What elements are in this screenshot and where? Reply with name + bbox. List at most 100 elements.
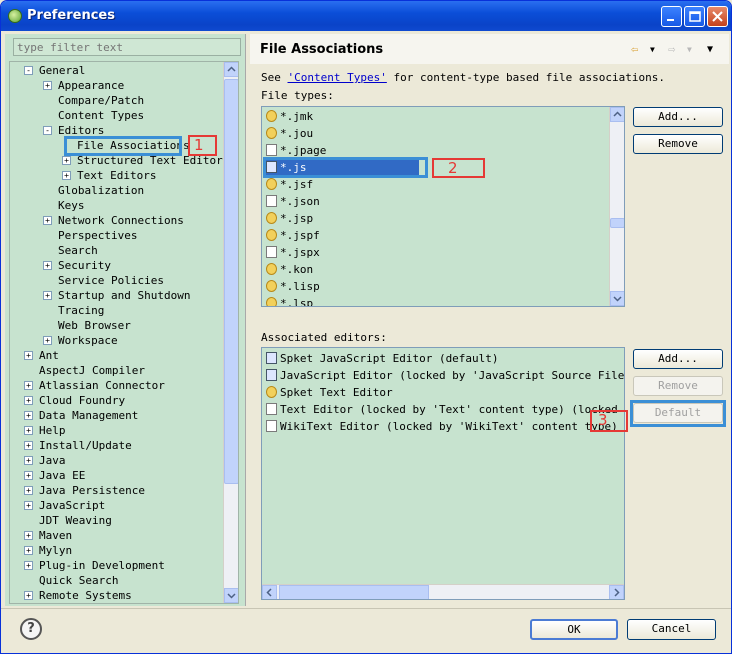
expand-icon[interactable]: + <box>43 81 52 90</box>
add-editor-button[interactable]: Add... <box>633 349 723 369</box>
close-button[interactable] <box>707 6 728 27</box>
highlight-file-associations <box>64 136 182 156</box>
tree-item-label: Service Policies <box>58 274 164 287</box>
expand-icon[interactable]: + <box>43 261 52 270</box>
file-type-row[interactable]: *.jmk <box>266 108 313 125</box>
expand-icon[interactable]: + <box>24 531 33 540</box>
chevron-up-icon <box>227 66 236 72</box>
title-bar[interactable]: Preferences <box>1 1 731 31</box>
tree-vertical-scrollbar[interactable] <box>223 62 238 603</box>
expand-icon[interactable]: + <box>43 291 52 300</box>
scroll-thumb[interactable] <box>224 79 238 484</box>
tree-item-label: Search <box>58 244 98 257</box>
expand-icon[interactable]: + <box>62 156 71 165</box>
gear-file-icon <box>266 127 277 139</box>
file-type-row[interactable]: *.jsp <box>266 210 313 227</box>
expand-icon[interactable]: + <box>24 486 33 495</box>
scroll-thumb[interactable] <box>610 218 624 228</box>
expand-icon[interactable]: + <box>24 456 33 465</box>
gear-file-icon <box>266 212 277 224</box>
scroll-up-button[interactable] <box>610 107 624 122</box>
help-icon[interactable]: ? <box>20 618 42 640</box>
highlight-js-row <box>263 157 428 178</box>
tree-item-label: Plug-in Development <box>39 559 165 572</box>
file-type-row[interactable]: *.lisp <box>266 278 320 295</box>
forward-menu-icon[interactable]: ▼ <box>687 45 692 54</box>
file-types-scrollbar[interactable] <box>609 107 624 306</box>
collapse-icon[interactable]: - <box>24 66 33 75</box>
scroll-down-button[interactable] <box>224 588 238 603</box>
scroll-up-button[interactable] <box>224 62 238 77</box>
tree-item-label: Quick Search <box>39 574 119 587</box>
cancel-button[interactable]: Cancel <box>627 619 716 640</box>
editor-row[interactable]: Spket Text Editor <box>266 384 393 401</box>
back-arrow-icon[interactable]: ⇦ <box>631 42 638 56</box>
file-type-row[interactable]: *.kon <box>266 261 313 278</box>
gear-file-icon <box>266 229 277 241</box>
file-type-row[interactable]: *.jou <box>266 125 313 142</box>
view-menu-icon[interactable]: ▼ <box>707 44 713 55</box>
file-editor-icon <box>266 403 277 415</box>
minimize-icon <box>667 19 674 21</box>
expand-icon[interactable]: + <box>43 336 52 345</box>
tree-item-label: Web Browser <box>58 319 131 332</box>
associated-editors-list[interactable]: Spket JavaScript Editor (default) JavaScr… <box>261 347 625 600</box>
maximize-icon <box>689 11 701 22</box>
editor-row[interactable]: Spket JavaScript Editor (default) <box>266 350 499 367</box>
tree-item-label: Text Editors <box>77 169 157 182</box>
tree-item-label: Atlassian Connector <box>39 379 165 392</box>
tree-item-label: Cloud Foundry <box>39 394 126 407</box>
remove-file-type-button[interactable]: Remove <box>633 134 723 154</box>
minimize-button[interactable] <box>661 6 682 27</box>
file-type-row[interactable]: *.jspx <box>266 244 320 261</box>
expand-icon[interactable]: + <box>24 351 33 360</box>
expand-icon[interactable]: + <box>24 561 33 570</box>
editor-label: WikiText Editor (locked by 'WikiText' co… <box>280 420 618 433</box>
filter-input[interactable] <box>13 38 241 56</box>
file-type-label: *.jspf <box>280 229 320 242</box>
expand-icon[interactable]: + <box>24 411 33 420</box>
file-type-row[interactable]: *.json <box>266 193 320 210</box>
tree-item-label: Startup and Shutdown <box>58 289 191 302</box>
expand-icon[interactable]: + <box>24 381 33 390</box>
tree-item-label: Java EE <box>39 469 86 482</box>
scroll-down-button[interactable] <box>610 291 624 306</box>
editor-row[interactable]: Text Editor (locked by 'Text' content ty… <box>266 401 624 418</box>
page-title: File Associations <box>260 42 384 57</box>
expand-icon[interactable]: + <box>24 441 33 450</box>
tree-item-label: Keys <box>58 199 85 212</box>
content-types-link[interactable]: 'Content Types' <box>288 71 387 84</box>
forward-arrow-icon[interactable]: ⇨ <box>668 42 675 56</box>
expand-icon[interactable]: + <box>24 396 33 405</box>
editor-row[interactable]: WikiText Editor (locked by 'WikiText' co… <box>266 418 618 435</box>
scroll-left-button[interactable] <box>262 585 277 599</box>
expand-icon[interactable]: + <box>62 171 71 180</box>
editor-row[interactable]: JavaScript Editor (locked by 'JavaScript… <box>266 367 624 384</box>
eclipse-app-icon <box>8 9 22 23</box>
add-file-type-button[interactable]: Add... <box>633 107 723 127</box>
expand-icon[interactable]: + <box>24 501 33 510</box>
collapse-icon[interactable]: - <box>43 126 52 135</box>
scroll-thumb[interactable] <box>279 585 429 599</box>
maximize-button[interactable] <box>684 6 705 27</box>
file-type-row[interactable]: *.lsp <box>266 295 313 306</box>
file-type-label: *.json <box>280 195 320 208</box>
expand-icon[interactable]: + <box>24 471 33 480</box>
scroll-right-button[interactable] <box>609 585 624 599</box>
expand-icon[interactable]: + <box>24 546 33 555</box>
ok-button[interactable]: OK <box>530 619 618 640</box>
expand-icon[interactable]: + <box>24 426 33 435</box>
file-editor-icon <box>266 420 277 432</box>
tree-item-label: Remote Systems <box>39 589 132 602</box>
file-types-list[interactable]: *.jmk *.jou *.jpage *.js *.jsf *.json *.jsp *.j… <box>261 106 625 307</box>
expand-icon[interactable]: + <box>24 591 33 600</box>
remove-editor-button[interactable]: Remove <box>633 376 723 396</box>
tree-item-label: Workspace <box>58 334 118 347</box>
file-type-row[interactable]: *.jsf <box>266 176 313 193</box>
editor-label: Spket JavaScript Editor (default) <box>280 352 499 365</box>
editors-horizontal-scrollbar[interactable] <box>262 584 624 599</box>
back-menu-icon[interactable]: ▼ <box>650 45 655 54</box>
tree-item-label: Security <box>58 259 111 272</box>
expand-icon[interactable]: + <box>43 216 52 225</box>
file-type-row[interactable]: *.jspf <box>266 227 320 244</box>
